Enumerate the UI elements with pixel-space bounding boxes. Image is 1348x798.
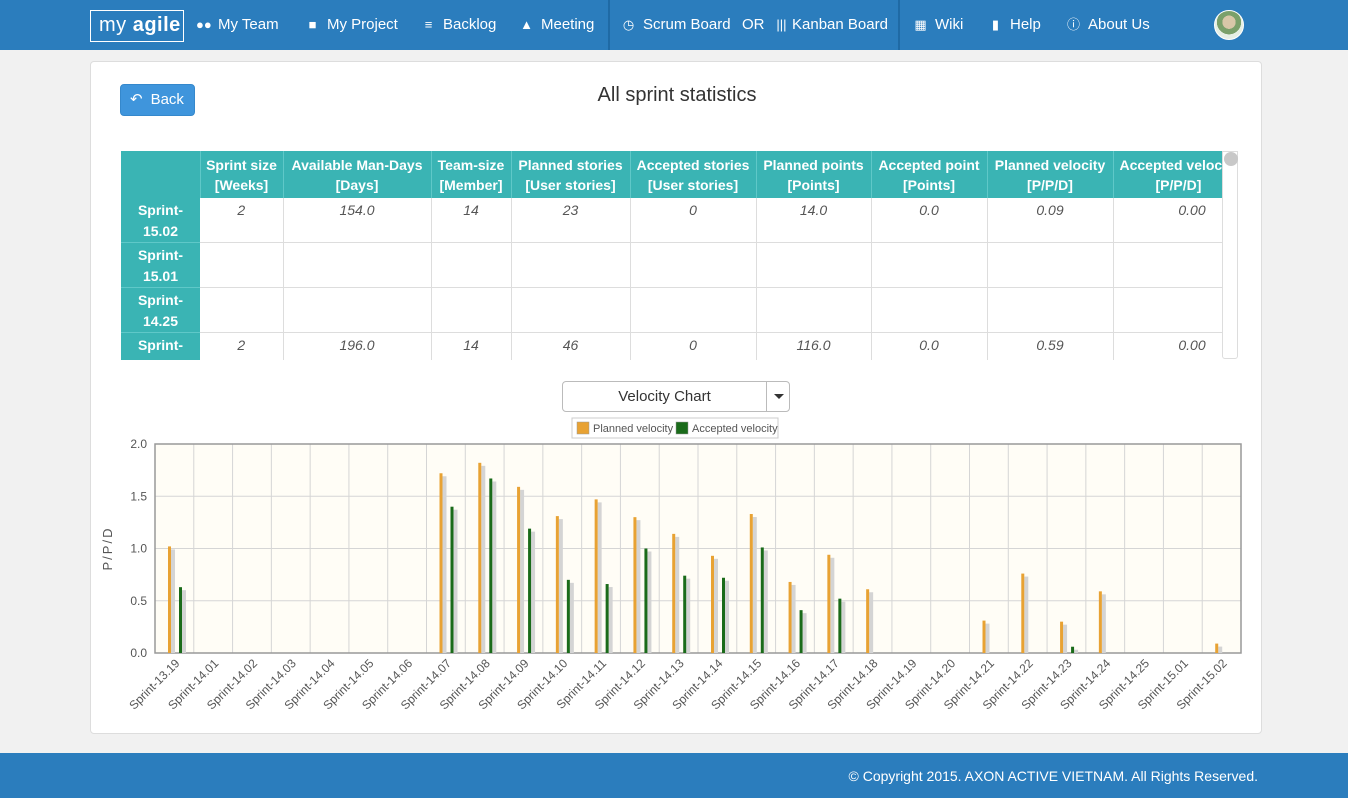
legend-label-accepted: Accepted velocity — [692, 423, 778, 435]
bar-shadow — [492, 481, 497, 653]
bar-accepted-velocity — [683, 575, 687, 653]
bar-planned-velocity — [788, 581, 792, 653]
bar-shadow — [636, 520, 641, 653]
bar-accepted-velocity — [179, 587, 182, 653]
bar-shadow — [182, 590, 186, 653]
bar-shadow — [763, 550, 768, 653]
bar-accepted-velocity — [1071, 646, 1075, 653]
bar-accepted-velocity — [489, 478, 493, 653]
bar-shadow — [558, 519, 563, 653]
bar-shadow — [608, 587, 613, 653]
bar-planned-velocity — [672, 533, 676, 653]
bar-accepted-velocity — [760, 547, 764, 653]
bar-shadow — [802, 613, 807, 653]
bar-planned-velocity — [749, 514, 753, 653]
bar-accepted-velocity — [566, 579, 570, 653]
bar-shadow — [791, 584, 796, 653]
bar-shadow — [1074, 649, 1079, 653]
bar-accepted-velocity — [450, 506, 454, 653]
bar-shadow — [597, 502, 602, 653]
bar-planned-velocity — [982, 620, 986, 653]
bar-planned-velocity — [827, 554, 831, 653]
bar-shadow — [1063, 624, 1068, 653]
bar-planned-velocity — [168, 546, 171, 653]
bar-planned-velocity — [439, 473, 443, 653]
bar-planned-velocity — [1060, 621, 1064, 653]
y-axis-label: P/P/D — [100, 527, 115, 571]
bar-planned-velocity — [633, 517, 637, 653]
bar-planned-velocity — [478, 462, 482, 653]
bar-shadow — [725, 580, 729, 653]
bar-shadow — [1101, 594, 1106, 653]
velocity-chart: 0.00.51.01.52.0P/P/DSprint-13.19Sprint-1… — [100, 417, 1242, 712]
bar-shadow — [830, 557, 835, 653]
bar-shadow — [481, 465, 486, 653]
legend-swatch-accepted — [675, 421, 689, 435]
bar-shadow — [1218, 646, 1223, 653]
bar-planned-velocity — [555, 516, 559, 653]
bar-shadow — [1024, 576, 1029, 653]
bar-accepted-velocity — [838, 598, 842, 653]
bar-accepted-velocity — [528, 528, 532, 653]
bar-shadow — [531, 531, 536, 653]
bar-accepted-velocity — [722, 577, 725, 653]
bar-planned-velocity — [1021, 573, 1025, 653]
y-tick-label: 1.0 — [130, 542, 147, 556]
bar-shadow — [675, 536, 680, 653]
bar-shadow — [752, 517, 757, 653]
bar-accepted-velocity — [644, 548, 648, 653]
y-tick-label: 0.0 — [130, 646, 147, 660]
y-tick-label: 0.5 — [130, 594, 147, 608]
bar-shadow — [442, 476, 447, 653]
bar-planned-velocity — [711, 555, 714, 653]
bar-planned-velocity — [517, 486, 521, 653]
y-tick-label: 1.5 — [130, 489, 147, 503]
legend-label-planned: Planned velocity — [593, 423, 674, 435]
copyright-text: © Copyright 2015. AXON ACTIVE VIETNAM. A… — [848, 768, 1258, 784]
y-tick-label: 2.0 — [130, 437, 147, 451]
bar-planned-velocity — [1098, 591, 1102, 653]
bar-planned-velocity — [866, 589, 870, 653]
bar-shadow — [869, 592, 874, 653]
bar-shadow — [647, 551, 652, 653]
footer: © Copyright 2015. AXON ACTIVE VIETNAM. A… — [0, 753, 1348, 798]
legend-swatch-planned — [576, 421, 590, 435]
bar-planned-velocity — [1215, 643, 1219, 653]
bar-accepted-velocity — [605, 584, 609, 653]
bar-shadow — [985, 623, 990, 653]
bar-shadow — [841, 601, 846, 653]
bar-shadow — [520, 489, 525, 653]
bar-shadow — [171, 549, 175, 653]
bar-accepted-velocity — [799, 610, 803, 653]
bar-shadow — [714, 558, 718, 653]
bar-shadow — [686, 578, 691, 653]
bar-planned-velocity — [594, 499, 598, 653]
bar-shadow — [453, 509, 458, 653]
bar-shadow — [569, 582, 574, 653]
